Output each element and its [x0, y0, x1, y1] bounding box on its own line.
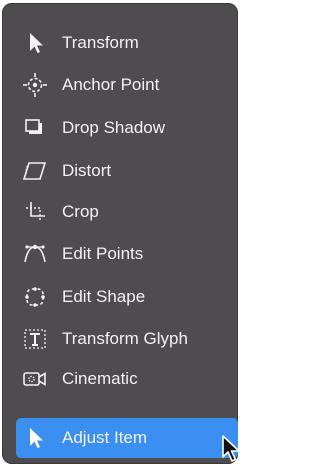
menu-item-label: Anchor Point	[62, 75, 160, 94]
anchor-point-icon	[20, 70, 50, 100]
menu-item-edit-shape[interactable]: Edit Shape	[16, 277, 238, 317]
arrow-pointer-icon	[20, 28, 50, 58]
menu-item-adjust-item[interactable]: Adjust Item	[16, 418, 238, 458]
crop-icon	[20, 197, 50, 227]
menu-item-label: Edit Points	[62, 244, 144, 263]
arrow-pointer-icon	[20, 423, 50, 453]
mouse-cursor-icon	[222, 435, 241, 463]
menu-item-distort[interactable]: Distort	[16, 151, 238, 191]
menu-item-transform[interactable]: Transform	[16, 23, 238, 63]
menu-item-cinematic[interactable]: Cinematic	[16, 359, 238, 399]
menu-item-label: Crop	[62, 202, 99, 221]
menu-item-label: Cinematic	[62, 369, 138, 388]
menu-item-drop-shadow[interactable]: Drop Shadow	[16, 108, 238, 148]
distort-icon	[20, 156, 50, 186]
menu-item-label: Distort	[62, 161, 112, 180]
menu-item-label: Edit Shape	[62, 287, 146, 306]
menu-item-crop[interactable]: Crop	[16, 192, 238, 232]
edit-shape-icon	[20, 282, 50, 312]
edit-points-icon	[20, 239, 50, 269]
menu-item-label: Adjust Item	[62, 428, 148, 447]
menu-item-transform-glyph[interactable]: Transform Glyph	[16, 319, 238, 359]
menu-item-anchor-point[interactable]: Anchor Point	[16, 65, 238, 105]
tool-menu: Transform Anchor Point Drop Shadow Disto…	[2, 3, 238, 464]
menu-item-label: Transform Glyph	[62, 329, 188, 348]
menu-item-label: Drop Shadow	[62, 118, 166, 137]
transform-glyph-icon	[20, 324, 50, 354]
cinematic-icon	[20, 364, 50, 394]
menu-item-label: Transform	[62, 33, 139, 52]
drop-shadow-icon	[20, 113, 50, 143]
menu-item-edit-points[interactable]: Edit Points	[16, 234, 238, 274]
